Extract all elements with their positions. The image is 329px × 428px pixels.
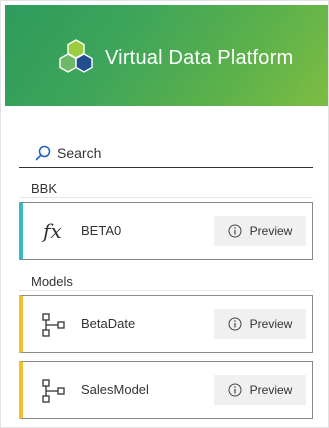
list-item-betadate[interactable]: BetaDate Preview: [19, 295, 313, 353]
search-input[interactable]: [57, 143, 307, 163]
list-item-beta0[interactable]: fx BETA0 Preview: [19, 202, 313, 260]
preview-label: Preview: [249, 383, 293, 397]
model-hierarchy-icon: [42, 379, 65, 403]
preview-label: Preview: [249, 317, 293, 331]
model-hierarchy-icon: [42, 313, 65, 337]
preview-button[interactable]: Preview: [214, 216, 306, 246]
hexagon-cluster-logo-icon: [59, 39, 93, 73]
preview-label: Preview: [249, 224, 293, 238]
search-box[interactable]: [19, 141, 313, 168]
section-divider: [19, 290, 313, 291]
header-banner: Virtual Data Platform: [5, 5, 328, 106]
preview-button[interactable]: Preview: [214, 309, 306, 339]
section-divider: [19, 197, 313, 198]
section-label-bbk: BBK: [31, 181, 58, 196]
item-name: SalesModel: [81, 382, 149, 397]
preview-button[interactable]: Preview: [214, 375, 306, 405]
section-label-models: Models: [31, 274, 73, 289]
item-name: BetaDate: [81, 316, 136, 331]
item-name: BETA0: [81, 223, 122, 238]
app-frame: Virtual Data Platform BBK fx BETA0 Previ…: [0, 0, 329, 428]
info-icon: [228, 383, 242, 397]
function-fx-icon: fx: [43, 219, 62, 243]
info-icon: [228, 317, 242, 331]
list-item-salesmodel[interactable]: SalesModel Preview: [19, 361, 313, 419]
search-icon: [35, 145, 51, 161]
app-title: Virtual Data Platform: [105, 47, 294, 69]
info-icon: [228, 224, 242, 238]
